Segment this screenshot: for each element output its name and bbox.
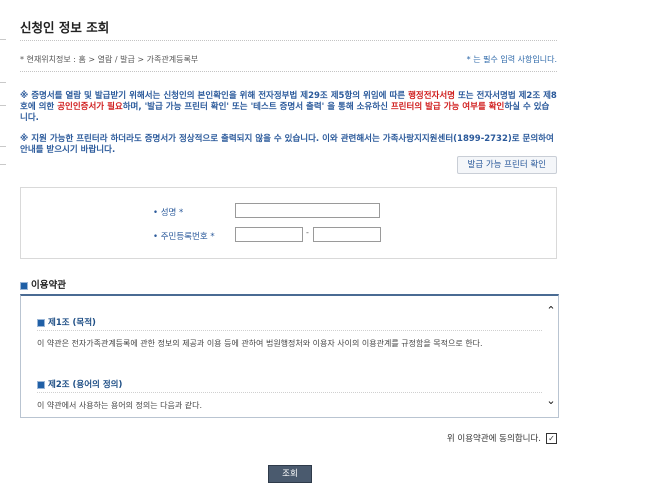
notice-highlight: 공인인증서가 필요 bbox=[57, 102, 123, 112]
left-edge-mark bbox=[0, 164, 6, 165]
notice-highlight: 행정전자서명 bbox=[408, 91, 455, 101]
notice-highlight: 프린터의 발급 가능 여부를 확인 bbox=[390, 102, 505, 112]
article-divider bbox=[37, 330, 542, 331]
page-title: 신청인 정보 조회 bbox=[20, 20, 110, 35]
article-1-text: 이 약관은 전자가족관계등록에 관한 정보의 제공과 이용 등에 관하여 법원행… bbox=[37, 339, 483, 348]
article-title-text: 제1조 (목적) bbox=[48, 318, 96, 328]
article-2-text: 이 약관에서 사용하는 용어의 정의는 다음과 같다. bbox=[37, 401, 202, 410]
notice-printer: ※ 지원 가능한 프린터라 하더라도 증명서가 정상적으로 출력되지 않을 수 … bbox=[20, 134, 554, 155]
article-1-title: 제1조 (목적) bbox=[37, 316, 96, 328]
left-edge-mark bbox=[0, 105, 6, 106]
applicant-form: • 성명 * • 주민등록번호 * - bbox=[20, 187, 557, 259]
notice-certificate: ※ 증명서를 열람 및 발급받기 위해서는 신청인의 본인확인을 위해 전자정부… bbox=[20, 91, 557, 124]
left-edge-mark bbox=[0, 39, 6, 40]
rrn-dash: - bbox=[306, 228, 309, 237]
required-note: * 는 필수 입력 사항입니다. bbox=[466, 55, 557, 64]
rrn-front-input[interactable] bbox=[235, 227, 303, 242]
terms-scrollbar[interactable]: ⌃ ⌄ bbox=[544, 296, 558, 417]
rrn-label: • 주민등록번호 * bbox=[153, 232, 215, 242]
chevron-down-icon[interactable]: ⌄ bbox=[544, 394, 558, 407]
breadcrumb: * 현재위치정보 : 홈 > 열람 / 발급 > 가족관계등록부 bbox=[20, 55, 199, 64]
notice-text: ※ 증명서를 열람 및 발급받기 위해서는 신청인의 본인확인을 위해 전자정부… bbox=[20, 91, 409, 101]
agree-row: 위 이용약관에 동의합니다. ✓ bbox=[447, 432, 557, 444]
article-2-title: 제2조 (용어의 정의) bbox=[37, 378, 122, 390]
agree-label: 위 이용약관에 동의합니다. bbox=[446, 434, 541, 444]
chevron-up-icon[interactable]: ⌃ bbox=[544, 304, 558, 317]
left-edge-mark bbox=[0, 82, 6, 83]
notice-text: 하며, '발급 가능 프린터 확인' 또는 '테스트 증명서 출력' 을 통해 … bbox=[122, 102, 391, 112]
article-title-text: 제2조 (용어의 정의) bbox=[48, 380, 123, 390]
article-divider bbox=[37, 392, 542, 393]
rrn-back-input[interactable] bbox=[313, 227, 381, 242]
square-bullet-icon bbox=[20, 281, 28, 290]
terms-title-text: 이용약관 bbox=[31, 280, 66, 291]
terms-box[interactable]: 제1조 (목적) 이 약관은 전자가족관계등록에 관한 정보의 제공과 이용 등… bbox=[20, 294, 559, 418]
breadcrumb-divider bbox=[20, 71, 557, 72]
name-label: • 성명 * bbox=[153, 208, 184, 218]
submit-button[interactable]: 조회 bbox=[268, 465, 312, 483]
name-input[interactable] bbox=[235, 203, 380, 218]
square-bullet-icon bbox=[37, 380, 45, 389]
square-bullet-icon bbox=[37, 318, 45, 327]
terms-section-title: 이용약관 bbox=[20, 277, 66, 291]
left-edge-mark bbox=[0, 146, 6, 147]
title-divider bbox=[20, 40, 557, 41]
agree-checkbox[interactable]: ✓ bbox=[546, 433, 557, 444]
printer-check-button[interactable]: 발급 가능 프린터 확인 bbox=[456, 156, 557, 174]
